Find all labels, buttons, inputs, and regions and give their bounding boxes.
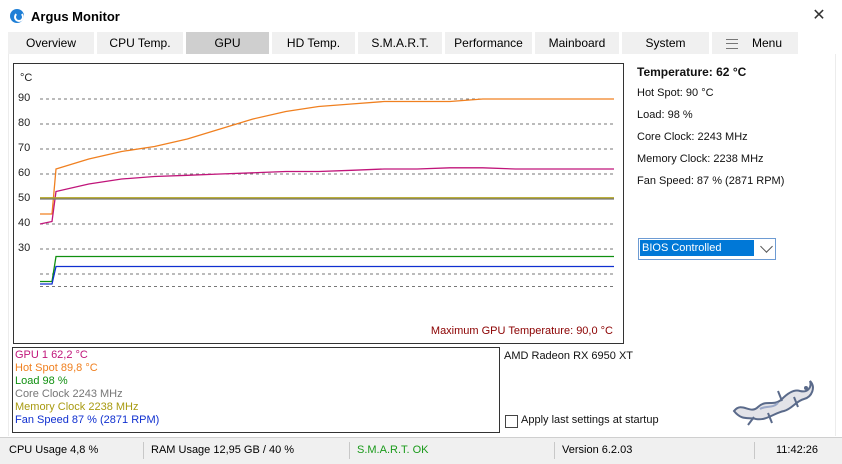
- series-line-load: [40, 255, 614, 283]
- legend-item-memory-clock: Memory Clock 2238 MHz: [15, 401, 139, 413]
- status-divider: [554, 442, 555, 459]
- tab-menu[interactable]: Menu: [712, 32, 798, 54]
- y-axis-unit: °C: [20, 72, 33, 84]
- tab-gpu[interactable]: GPU: [186, 32, 269, 54]
- salamander-logo: [732, 380, 814, 426]
- y-tick-label: 80: [18, 117, 31, 129]
- graph-legend: GPU 1 62,2 °C Hot Spot 89,8 °C Load 98 %…: [12, 347, 500, 433]
- legend-item-hot-spot: Hot Spot 89,8 °C: [15, 362, 98, 374]
- tab-bar: Overview CPU Temp. GPU HD Temp. S.M.A.R.…: [8, 32, 834, 54]
- tab-cpu-temp[interactable]: CPU Temp.: [97, 32, 183, 54]
- gpu-graph: [13, 63, 624, 344]
- fan-speed-value: Fan Speed: 87 % (2871 RPM): [637, 175, 785, 187]
- legend-item-load: Load 98 %: [15, 375, 68, 387]
- ram-usage-status: RAM Usage 12,95 GB / 40 %: [151, 444, 295, 456]
- y-tick-label: 90: [18, 92, 31, 104]
- load-value: Load: 98 %: [637, 109, 693, 121]
- title-bar: Argus Monitor ✕: [0, 0, 842, 32]
- gpu-model-name: AMD Radeon RX 6950 XT: [504, 350, 634, 362]
- window-title: Argus Monitor: [31, 9, 120, 24]
- tab-performance[interactable]: Performance: [445, 32, 532, 54]
- tab-mainboard[interactable]: Mainboard: [535, 32, 619, 54]
- gpu-chart: [39, 98, 614, 287]
- max-temperature-label: Maximum GPU Temperature: 90,0 °C: [430, 325, 613, 337]
- status-divider: [754, 442, 755, 459]
- series-line-fan-speed: [40, 265, 614, 285]
- menu-icon: [726, 39, 738, 49]
- status-bar: CPU Usage 4,8 % RAM Usage 12,95 GB / 40 …: [0, 437, 842, 464]
- cpu-usage-status: CPU Usage 4,8 %: [9, 444, 99, 456]
- core-clock-value: Core Clock: 2243 MHz: [637, 131, 748, 143]
- legend-item-gpu1: GPU 1 62,2 °C: [15, 349, 88, 361]
- tab-system[interactable]: System: [622, 32, 709, 54]
- chevron-down-icon[interactable]: [760, 240, 773, 253]
- series-line-gpu-1: [39, 167, 614, 225]
- tab-overview[interactable]: Overview: [8, 32, 94, 54]
- hot-spot-value: Hot Spot: 90 °C: [637, 87, 714, 99]
- app-icon: [10, 9, 24, 23]
- close-button[interactable]: ✕: [796, 0, 842, 32]
- legend-item-fan-speed: Fan Speed 87 % (2871 RPM): [15, 414, 160, 426]
- version-status: Version 6.2.03: [562, 444, 633, 456]
- y-tick-label: 30: [18, 242, 31, 254]
- clock-status: 11:42:26: [776, 444, 819, 456]
- memory-clock-value: Memory Clock: 2238 MHz: [637, 153, 764, 165]
- status-divider: [143, 442, 144, 459]
- y-tick-label: 70: [18, 142, 31, 154]
- y-tick-label: 40: [18, 217, 31, 229]
- apply-settings-label[interactable]: Apply last settings at startup: [521, 414, 659, 426]
- smart-status: S.M.A.R.T. OK: [357, 444, 429, 456]
- series-line-hot-spot: [40, 98, 614, 215]
- legend-item-core-clock: Core Clock 2243 MHz: [15, 388, 123, 400]
- status-divider: [349, 442, 350, 459]
- fan-control-dropdown[interactable]: BIOS Controlled: [638, 238, 776, 260]
- y-tick-label: 50: [18, 192, 31, 204]
- y-tick-label: 60: [18, 167, 31, 179]
- tab-smart[interactable]: S.M.A.R.T.: [358, 32, 442, 54]
- apply-settings-checkbox[interactable]: [505, 415, 518, 428]
- fan-control-selected: BIOS Controlled: [640, 240, 754, 256]
- tab-menu-label: Menu: [752, 36, 783, 50]
- temperature-value: Temperature: 62 °C: [637, 65, 747, 79]
- tab-hd-temp[interactable]: HD Temp.: [272, 32, 355, 54]
